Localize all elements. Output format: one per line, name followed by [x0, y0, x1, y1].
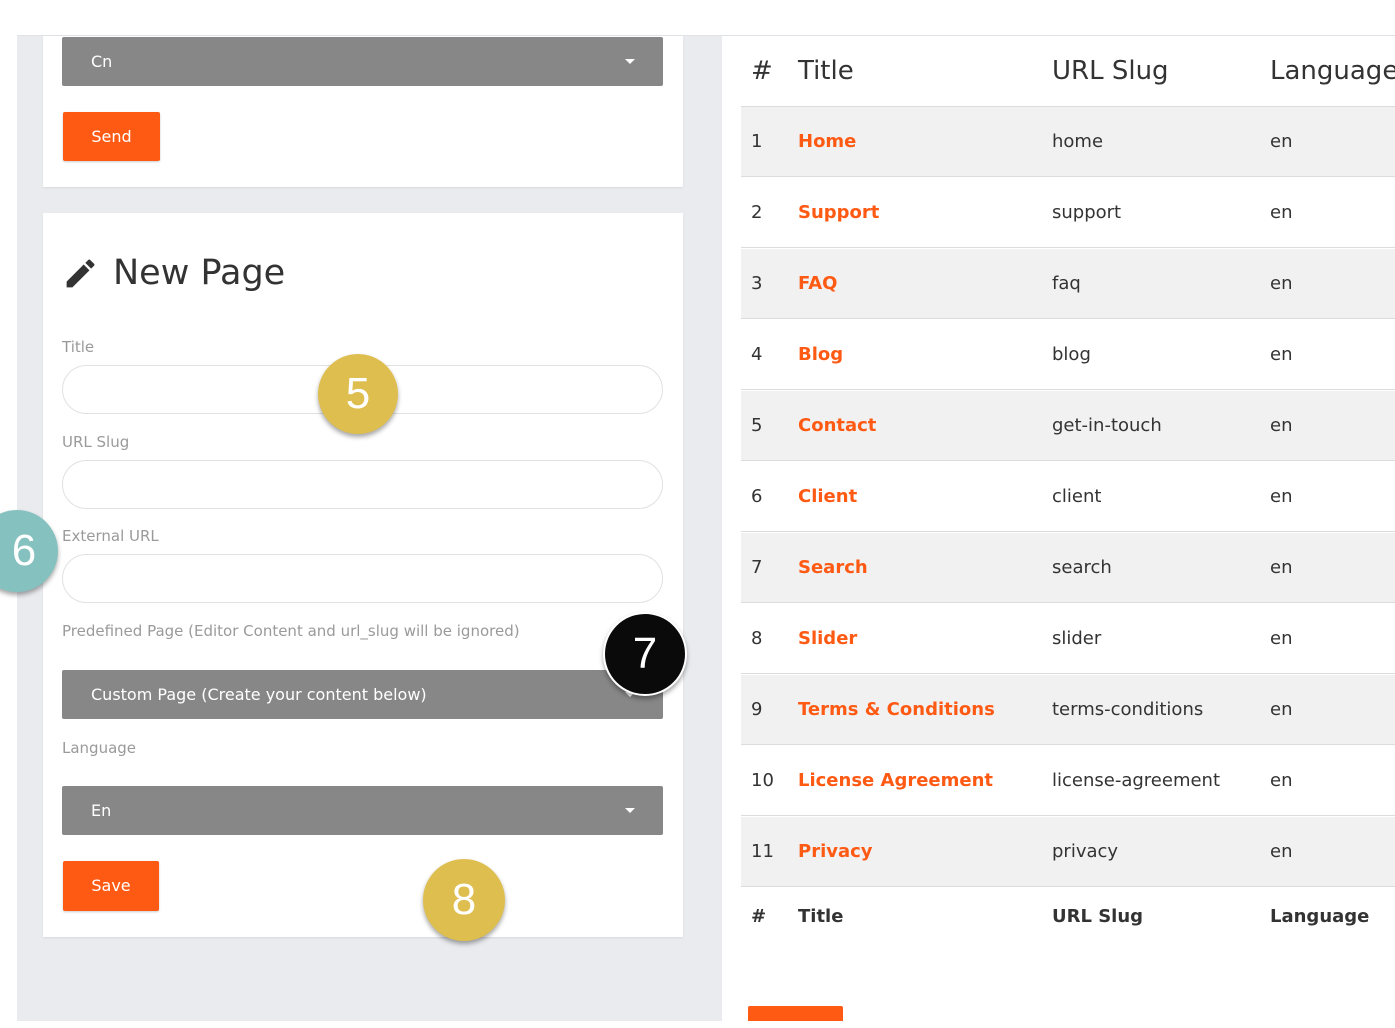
- footer-title: Title: [798, 905, 844, 927]
- row-language: en: [1270, 699, 1293, 720]
- table-row: 6 Client client en: [741, 462, 1395, 532]
- url-slug-input[interactable]: [62, 460, 663, 509]
- table-row: 4 Blog blog en: [741, 320, 1395, 390]
- row-title-link[interactable]: FAQ: [798, 249, 837, 318]
- row-title-link[interactable]: Search: [798, 533, 868, 602]
- pages-table: # Title URL Slug Language 1 Home home en…: [722, 36, 1395, 1021]
- table-row: 5 Contact get-in-touch en: [741, 391, 1395, 461]
- row-slug: faq: [1052, 273, 1081, 294]
- row-title-link[interactable]: Slider: [798, 604, 857, 673]
- row-num: 4: [751, 344, 763, 365]
- footer-language: Language: [1270, 905, 1370, 927]
- column-header-title: Title: [798, 56, 854, 86]
- row-slug: search: [1052, 557, 1112, 578]
- annotation-badge-8: 8: [423, 859, 505, 941]
- caret-down-icon: [625, 808, 635, 813]
- row-language: en: [1270, 841, 1293, 862]
- row-title-link[interactable]: Client: [798, 462, 857, 531]
- table-row: 11 Privacy privacy en: [741, 817, 1395, 887]
- table-row: 3 FAQ faq en: [741, 249, 1395, 319]
- row-slug: privacy: [1052, 841, 1119, 862]
- row-language: en: [1270, 415, 1293, 436]
- table-row: 9 Terms & Conditions terms-conditions en: [741, 675, 1395, 745]
- table-row: 7 Search search en: [741, 533, 1395, 603]
- predefined-page-select[interactable]: Custom Page (Create your content below): [62, 670, 663, 719]
- row-slug: blog: [1052, 344, 1091, 365]
- language-select-top-value: Cn: [91, 52, 113, 71]
- row-language: en: [1270, 770, 1293, 791]
- row-slug: client: [1052, 486, 1102, 507]
- column-header-language: Language: [1270, 56, 1395, 86]
- row-slug: slider: [1052, 628, 1102, 649]
- row-num: 6: [751, 486, 763, 507]
- row-num: 1: [751, 131, 763, 152]
- table-row: 10 License Agreement license-agreement e…: [741, 746, 1395, 816]
- row-language: en: [1270, 273, 1293, 294]
- column-header-slug: URL Slug: [1052, 56, 1169, 86]
- row-language: en: [1270, 486, 1293, 507]
- predefined-page-value: Custom Page (Create your content below): [91, 685, 427, 704]
- pencil-icon: [66, 259, 95, 287]
- language-label: Language: [62, 739, 137, 757]
- row-language: en: [1270, 344, 1293, 365]
- language-select-top[interactable]: Cn: [62, 37, 663, 86]
- language-select[interactable]: En: [62, 786, 663, 835]
- row-language: en: [1270, 202, 1293, 223]
- row-title-link[interactable]: Terms & Conditions: [798, 675, 995, 744]
- save-button[interactable]: Save: [63, 861, 159, 911]
- row-num: 8: [751, 628, 763, 649]
- footer-slug: URL Slug: [1052, 905, 1144, 927]
- column-header-num: #: [751, 56, 773, 86]
- row-title-link[interactable]: Privacy: [798, 817, 873, 886]
- row-num: 3: [751, 273, 763, 294]
- annotation-badge-7: 7: [603, 612, 687, 696]
- language-select-value: En: [91, 801, 112, 820]
- row-num: 10: [751, 770, 774, 791]
- external-url-label: External URL: [62, 527, 159, 545]
- footer-num: #: [751, 905, 767, 927]
- row-slug: terms-conditions: [1052, 699, 1204, 720]
- title-label: Title: [62, 338, 95, 356]
- row-language: en: [1270, 628, 1293, 649]
- row-num: 5: [751, 415, 763, 436]
- row-language: en: [1270, 557, 1293, 578]
- partial-button[interactable]: [748, 1006, 843, 1021]
- row-language: en: [1270, 131, 1293, 152]
- row-num: 2: [751, 202, 763, 223]
- table-header: # Title URL Slug Language: [741, 36, 1395, 107]
- table-row: 8 Slider slider en: [741, 604, 1395, 674]
- row-title-link[interactable]: Home: [798, 107, 856, 176]
- row-title-link[interactable]: License Agreement: [798, 746, 993, 815]
- row-title-link[interactable]: Support: [798, 178, 879, 247]
- row-slug: get-in-touch: [1052, 415, 1162, 436]
- caret-down-icon: [625, 59, 635, 64]
- row-title-link[interactable]: Contact: [798, 391, 876, 460]
- row-title-link[interactable]: Blog: [798, 320, 843, 389]
- external-url-input[interactable]: [62, 554, 663, 603]
- row-slug: home: [1052, 131, 1104, 152]
- table-row: 1 Home home en: [741, 107, 1395, 177]
- page-title: New Page: [62, 250, 285, 296]
- send-button[interactable]: Send: [63, 112, 160, 161]
- table-row: 2 Support support en: [741, 178, 1395, 248]
- url-slug-label: URL Slug: [62, 433, 130, 451]
- row-slug: support: [1052, 202, 1122, 223]
- row-num: 11: [751, 841, 774, 862]
- row-num: 7: [751, 557, 763, 578]
- predefined-page-label: Predefined Page (Editor Content and url_…: [62, 622, 520, 640]
- row-num: 9: [751, 699, 763, 720]
- table-footer: # Title URL Slug Language: [741, 881, 1395, 951]
- annotation-badge-5: 5: [318, 354, 398, 434]
- row-slug: license-agreement: [1052, 770, 1221, 791]
- page-title-text: New Page: [113, 253, 286, 293]
